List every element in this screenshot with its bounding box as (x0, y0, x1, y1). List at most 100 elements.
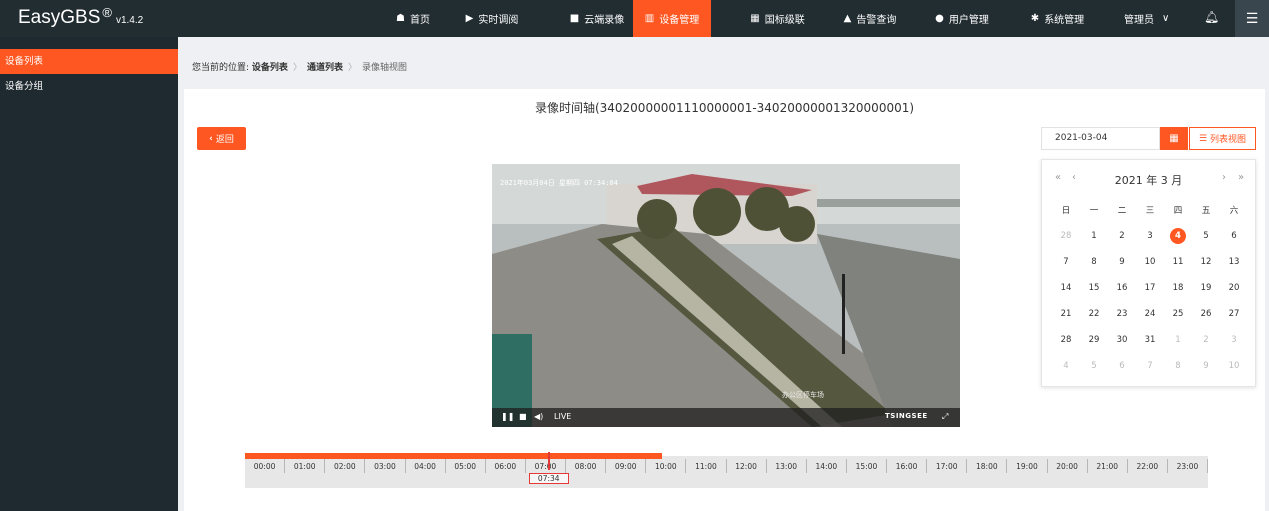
sidebar-item-device-list[interactable]: 设备列表 (0, 49, 178, 74)
weekday-header: 六 (1229, 206, 1239, 216)
calendar-day[interactable]: 28 (1052, 223, 1080, 249)
calendar-day[interactable]: 18 (1164, 275, 1192, 301)
calendar-day[interactable]: 1 (1080, 223, 1108, 249)
calendar-day[interactable]: 17 (1136, 275, 1164, 301)
page-title: 录像时间轴(34020000001110000001-3402000000132… (534, 101, 915, 115)
pause-icon[interactable]: ❚❚ (501, 412, 514, 421)
calendar-day[interactable]: 21 (1052, 301, 1080, 327)
timeline-hour-label: 02:00 (325, 459, 366, 473)
calendar-day[interactable]: 27 (1220, 301, 1248, 327)
calendar-day[interactable]: 19 (1192, 275, 1220, 301)
next-year-button[interactable]: » (1238, 172, 1244, 183)
timeline-cursor[interactable] (547, 452, 550, 470)
breadcrumb-channel-list[interactable]: 通道列表 (307, 63, 343, 73)
nav-item-0[interactable]: ☗ 首页 (389, 0, 437, 37)
timeline-hour-label: 06:00 (486, 459, 526, 473)
calendar-day[interactable]: 26 (1192, 301, 1220, 327)
calendar-day[interactable]: 25 (1164, 301, 1192, 327)
calendar-day[interactable]: 15 (1080, 275, 1108, 301)
recording-timeline[interactable]: 00:00 01:00 02:00 03:00 04:00 05:00 06:00 07:00… (245, 452, 1208, 489)
calendar-day[interactable]: 10 (1136, 249, 1164, 275)
nav-item-4[interactable]: ▦ 国标级联 (741, 0, 814, 37)
video-camera-icon: ■ (569, 13, 580, 24)
calendar-day[interactable]: 12 (1192, 249, 1220, 275)
calendar-day[interactable]: 9 (1108, 249, 1136, 275)
date-input[interactable]: 2021-03-04 (1041, 127, 1160, 150)
weekday-header: 三 (1145, 206, 1155, 216)
nav-item-7[interactable]: ✱ 系统管理 (1019, 0, 1096, 37)
video-player[interactable]: 2021年03月04日 星期四 07:34:04 办公区停车场 ❚❚ ■ ◀) … (492, 164, 960, 427)
menu-icon: ☰ (1245, 10, 1259, 27)
calendar-day[interactable]: 8 (1164, 353, 1192, 379)
video-watermark: 办公区停车场 (782, 391, 824, 399)
timeline-hour-label: 01:00 (285, 459, 326, 473)
app-logo[interactable]: EasyGBS ®v1.4.2 (18, 5, 143, 29)
timeline-hour-label: 03:00 (365, 459, 406, 473)
timeline-hour-label: 22:00 (1128, 459, 1168, 473)
timeline-hour-label: 12:00 (727, 459, 767, 473)
timeline-hour-label: 23:00 (1168, 459, 1208, 473)
video-frame (492, 164, 960, 427)
calendar-day[interactable]: 30 (1108, 327, 1136, 353)
gear-icon: ✱ (1030, 13, 1040, 24)
calendar-day[interactable]: 3 (1220, 327, 1248, 353)
calendar-day[interactable]: 13 (1220, 249, 1248, 275)
nav-item-5[interactable]: ▲ 告警查询 (834, 0, 906, 37)
calendar-day[interactable]: 6 (1220, 223, 1248, 249)
breadcrumb-prefix: 您当前的位置: (192, 63, 250, 73)
nav-item-2[interactable]: ■ 云端录像 (561, 0, 633, 37)
calendar-day[interactable]: 22 (1080, 301, 1108, 327)
calendar-button[interactable]: ▦ (1160, 127, 1188, 150)
nav-item-1[interactable]: ▶ 实时调阅 (454, 0, 530, 37)
calendar-day[interactable]: 7 (1052, 249, 1080, 275)
nav-item-6[interactable]: ● 用户管理 (924, 0, 1000, 37)
calendar-day[interactable]: 11 (1164, 249, 1192, 275)
calendar-day[interactable]: 1 (1164, 327, 1192, 353)
timeline-hour-label: 13:00 (767, 459, 807, 473)
bell-icon[interactable]: 🔔︎ (1204, 10, 1219, 24)
next-month-button[interactable]: › (1222, 172, 1226, 183)
calendar-day[interactable]: 29 (1080, 327, 1108, 353)
nav-item-label: 云端录像 (584, 15, 625, 26)
user-menu[interactable]: 管理员 ∨ (1124, 0, 1169, 37)
calendar-day[interactable]: 14 (1052, 275, 1080, 301)
weekday-header: 二 (1117, 206, 1127, 216)
calendar-day[interactable]: 23 (1108, 301, 1136, 327)
calendar-day[interactable]: 24 (1136, 301, 1164, 327)
weekday-header: 五 (1201, 206, 1211, 216)
calendar-day[interactable]: 28 (1052, 327, 1080, 353)
calendar-day-label: 4 (1170, 228, 1186, 244)
calendar-day[interactable]: 20 (1220, 275, 1248, 301)
calendar-day[interactable]: 8 (1080, 249, 1108, 275)
stop-icon[interactable]: ■ (519, 412, 527, 421)
nav-item-3[interactable]: ▥ 设备管理 (633, 0, 711, 37)
main-panel: 录像时间轴(34020000001110000001-3402000000132… (184, 89, 1265, 511)
timeline-hour-label: 14:00 (807, 459, 847, 473)
hamburger-menu-button[interactable]: ☰ (1235, 0, 1269, 37)
calendar-day[interactable]: 3 (1136, 223, 1164, 249)
calendar-day[interactable]: 10 (1220, 353, 1248, 379)
calendar-day[interactable]: 31 (1136, 327, 1164, 353)
calendar-day[interactable]: 6 (1108, 353, 1136, 379)
fullscreen-icon[interactable]: ⤢ (942, 412, 948, 422)
calendar-day[interactable]: 2 (1108, 223, 1136, 249)
calendar-day[interactable]: 5 (1192, 223, 1220, 249)
calendar-day[interactable]: 5 (1080, 353, 1108, 379)
timeline-hour-label: 07:00 (526, 459, 566, 473)
brand-logo: TSINGSEE (885, 412, 928, 420)
breadcrumb-separator: 〉 (347, 63, 357, 73)
calendar-day[interactable]: 7 (1136, 353, 1164, 379)
calendar-day[interactable]: 4 (1052, 353, 1080, 379)
breadcrumb-device-list[interactable]: 设备列表 (252, 63, 288, 73)
timeline-cursor-time: 07:34 (528, 473, 569, 484)
volume-icon[interactable]: ◀) (534, 412, 543, 421)
play-icon: ▶ (465, 13, 474, 24)
back-button[interactable]: ‹ 返回 (197, 127, 246, 150)
calendar-day-selected[interactable]: 4 (1164, 223, 1192, 249)
timeline-hour-label: 10:00 (646, 459, 687, 473)
calendar-day[interactable]: 16 (1108, 275, 1136, 301)
list-view-button[interactable]: ☰ 列表视图 (1189, 127, 1256, 150)
sidebar-item-device-group[interactable]: 设备分组 (0, 74, 178, 99)
calendar-day[interactable]: 9 (1192, 353, 1220, 379)
calendar-day[interactable]: 2 (1192, 327, 1220, 353)
